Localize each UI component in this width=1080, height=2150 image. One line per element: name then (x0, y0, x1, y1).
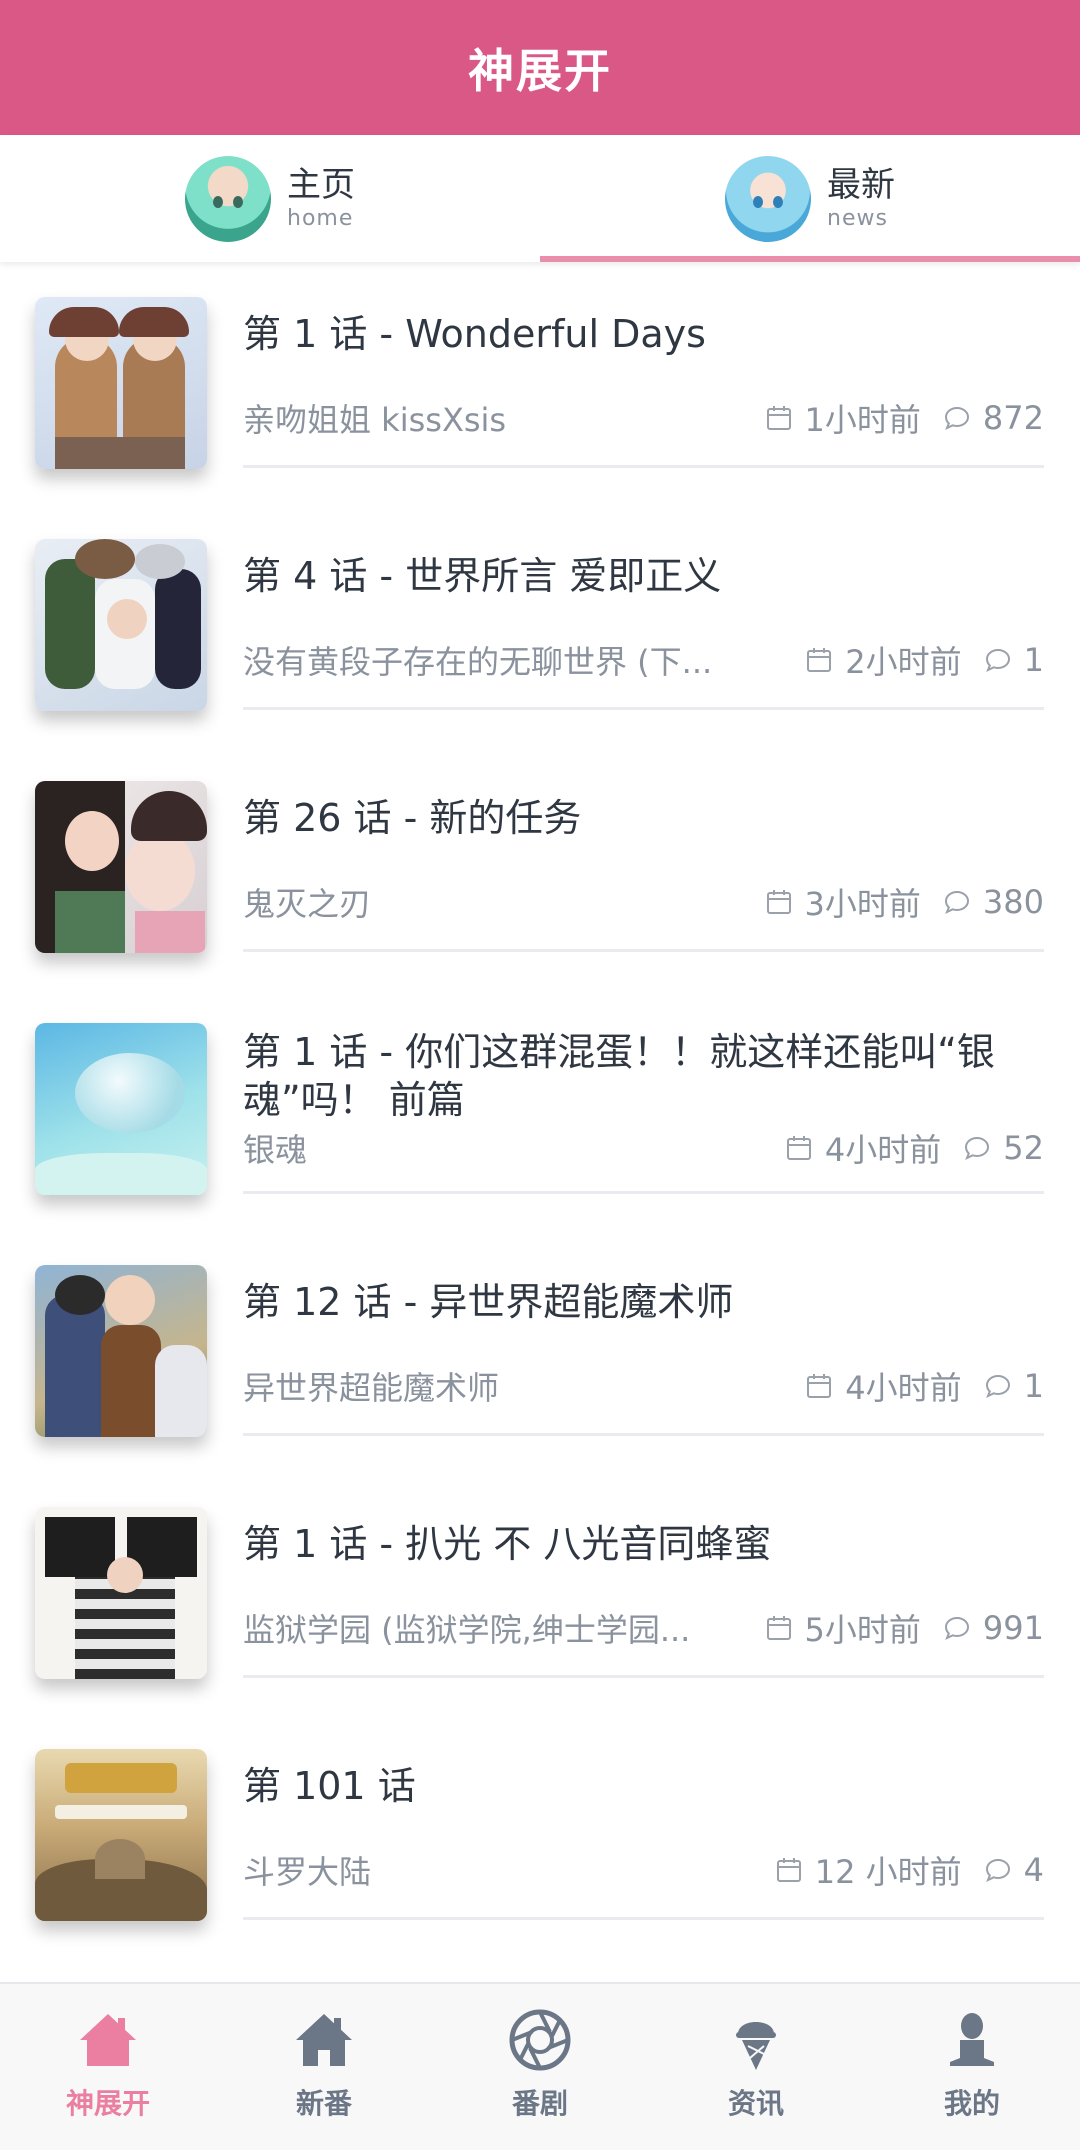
page-title: 神展开 (468, 43, 612, 98)
episode-thumbnail (35, 1507, 207, 1679)
comment-icon (944, 406, 969, 430)
bottom-nav: 神展开 新番 番剧 资讯 我的 (0, 1982, 1080, 2150)
series-name: 异世界超能魔术师 (243, 1369, 500, 1407)
episode-title: 第 1 话 - 你们这群混蛋！！就这样还能叫“银魂”吗！ 前篇 (243, 1030, 995, 1122)
nav-item-zixun[interactable]: 资讯 (648, 1984, 864, 2150)
list-item[interactable]: 第 12 话 - 异世界超能魔术师 异世界超能魔术师 4小时前 1 (0, 1230, 1080, 1472)
calendar-icon (807, 1374, 832, 1398)
episode-thumbnail (35, 1749, 207, 1921)
comment-icon (944, 890, 969, 914)
divider (243, 949, 1044, 952)
series-name: 没有黄段子存在的无聊世界 (下... (243, 643, 713, 681)
nav-item-xinfan[interactable]: 新番 (216, 1984, 432, 2150)
calendar-icon (776, 1858, 801, 1882)
comment-icon (965, 1136, 990, 1160)
list-item[interactable]: 第 1 话 - 扒光 不 八光音同蜂蜜 监狱学园 (监狱学院,绅士学园... 5… (0, 1472, 1080, 1714)
tab-home-label: 主页 (287, 164, 355, 205)
active-tab-indicator (540, 256, 1080, 262)
series-name: 斗罗大陆 (243, 1853, 372, 1891)
episode-time: 5小时前 (804, 1611, 921, 1649)
nav-item-fanju[interactable]: 番剧 (432, 1984, 648, 2150)
divider (243, 1191, 1044, 1194)
nav-item-wode[interactable]: 我的 (864, 1984, 1080, 2150)
nav-label: 神展开 (65, 2087, 150, 2120)
list-item[interactable]: 第 101 话 斗罗大陆 12 小时前 4 (0, 1714, 1080, 1956)
user-icon (950, 2013, 994, 2066)
comment-count: 1 (1023, 1367, 1044, 1405)
calendar-icon (766, 406, 791, 430)
episode-title: 第 1 话 - Wonderful Days (243, 312, 706, 356)
episode-title: 第 26 话 - 新的任务 (243, 796, 582, 840)
app-header: 神展开 (0, 0, 1080, 135)
episode-time: 1小时前 (804, 401, 921, 439)
calendar-icon (766, 890, 791, 914)
comment-icon (944, 1616, 969, 1640)
episode-time: 2小时前 (845, 643, 962, 681)
divider (243, 1917, 1044, 1920)
divider (243, 707, 1044, 710)
list-item[interactable]: 第 1 话 - Wonderful Days 亲吻姐姐 kissXsis 1小时… (0, 262, 1080, 504)
episode-thumbnail (35, 1023, 207, 1195)
episode-title: 第 12 话 - 异世界超能魔术师 (243, 1280, 734, 1324)
anime-girl-green-avatar (185, 155, 271, 242)
list-item[interactable]: 第 26 话 - 新的任务 鬼灭之刃 3小时前 380 (0, 746, 1080, 988)
comment-icon (985, 1858, 1010, 1882)
tab-news-sublabel: news (827, 205, 888, 231)
nav-label: 资讯 (727, 2087, 784, 2120)
calendar-icon (766, 1616, 791, 1640)
calendar-icon (807, 648, 832, 672)
episode-time: 4小时前 (824, 1131, 942, 1169)
comment-count: 380 (982, 883, 1044, 921)
episode-title: 第 1 话 - 扒光 不 八光音同蜂蜜 (243, 1522, 772, 1566)
ice-cream-icon (736, 2022, 776, 2070)
series-name: 银魂 (243, 1131, 308, 1169)
calendar-icon (786, 1136, 811, 1160)
episode-list: 第 1 话 - Wonderful Days 亲吻姐姐 kissXsis 1小时… (0, 262, 1080, 1956)
divider (243, 1433, 1044, 1436)
episode-thumbnail (35, 1265, 207, 1437)
list-item[interactable]: 第 1 话 - 你们这群混蛋！！就这样还能叫“银魂”吗！ 前篇 银魂 4小时前 … (0, 988, 1080, 1230)
list-item[interactable]: 第 4 话 - 世界所言 爱即正义 没有黄段子存在的无聊世界 (下... 2小时… (0, 504, 1080, 746)
episode-title: 第 101 话 (243, 1764, 416, 1808)
top-tab-bar: 主页 home 最新 news (0, 135, 1080, 262)
anime-girl-blue-avatar (725, 155, 811, 242)
episode-title: 第 4 话 - 世界所言 爱即正义 (243, 554, 722, 598)
nav-label: 番剧 (511, 2087, 568, 2120)
episode-thumbnail (35, 297, 207, 469)
series-name: 监狱学园 (监狱学院,绅士学园... (243, 1611, 691, 1649)
comment-count: 4 (1023, 1851, 1044, 1889)
home-icon (80, 2014, 136, 2066)
comment-count: 1 (1023, 641, 1044, 679)
comment-count: 872 (982, 399, 1044, 437)
divider (243, 1675, 1044, 1678)
tab-home[interactable]: 主页 home (0, 135, 540, 262)
nav-item-shenzhankai[interactable]: 神展开 (0, 1984, 216, 2150)
series-name: 亲吻姐姐 kissXsis (243, 401, 507, 439)
nav-label: 我的 (943, 2087, 1000, 2120)
episode-thumbnail (35, 539, 207, 711)
tab-news-label: 最新 (827, 164, 895, 205)
divider (243, 465, 1044, 468)
aperture-icon (509, 2009, 571, 2071)
episode-time: 12 小时前 (814, 1853, 962, 1891)
nav-label: 新番 (295, 2087, 352, 2120)
comment-icon (985, 1374, 1010, 1398)
episode-thumbnail (35, 781, 207, 953)
series-name: 鬼灭之刃 (243, 885, 372, 923)
episode-time: 4小时前 (845, 1369, 962, 1407)
house-icon (296, 2014, 352, 2066)
comment-count: 991 (982, 1609, 1044, 1647)
comment-icon (985, 648, 1010, 672)
tab-news[interactable]: 最新 news (540, 135, 1080, 262)
tab-home-sublabel: home (287, 205, 354, 231)
comment-count: 52 (1003, 1129, 1044, 1167)
episode-time: 3小时前 (804, 885, 921, 923)
